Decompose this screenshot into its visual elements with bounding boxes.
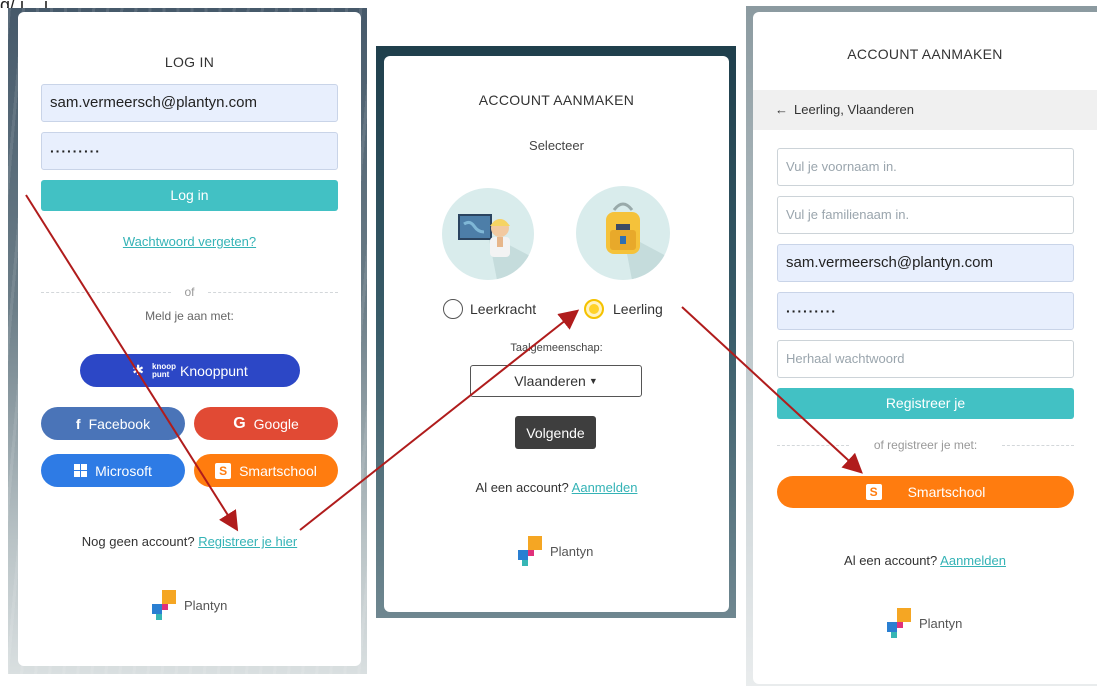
annotation-arrows (25, 194, 863, 532)
arrow-to-student-radio (299, 309, 580, 531)
arrow-to-register-link (25, 194, 239, 532)
arrow-to-smartschool (681, 306, 863, 474)
